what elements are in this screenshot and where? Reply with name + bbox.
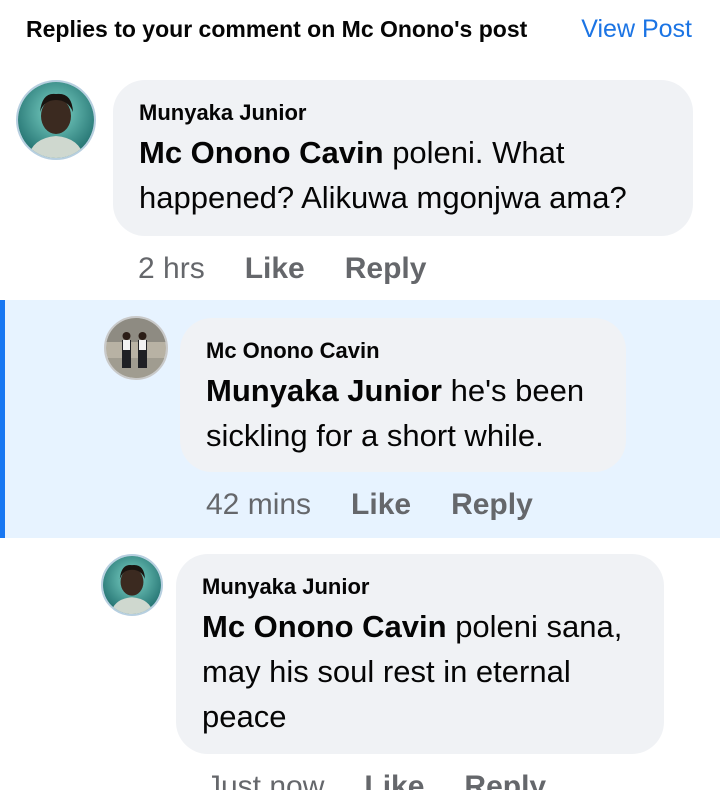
like-button[interactable]: Like (245, 252, 305, 285)
like-button[interactable]: Like (364, 770, 424, 790)
profile-photo-icon (18, 82, 94, 158)
reply-button[interactable]: Reply (345, 252, 427, 285)
comment-text-line: sickling for a short while. (206, 418, 544, 453)
comment-bubble[interactable]: Mc Onono Cavin Munyaka Junior he's been … (180, 318, 626, 472)
mention-link[interactable]: Munyaka Junior (206, 373, 442, 408)
comment-meta: Just now Like Reply (206, 770, 546, 790)
comment-timestamp: Just now (206, 770, 325, 790)
highlight-indicator (0, 300, 5, 538)
comment-thread-1: Munyaka Junior Mc Onono Cavin poleni. Wh… (0, 62, 720, 300)
comment-text-line: poleni sana, (446, 609, 623, 644)
comment-text: Mc Onono Cavin poleni. What happened? Al… (139, 130, 679, 220)
comment-text-line: may his soul rest in eternal (202, 654, 571, 689)
mention-link[interactable]: Mc Onono Cavin (139, 135, 384, 170)
comment-author[interactable]: Munyaka Junior (139, 100, 306, 126)
page-title: Replies to your comment on Mc Onono's po… (26, 16, 528, 42)
profile-photo-icon (103, 556, 161, 614)
comment-author[interactable]: Munyaka Junior (202, 574, 369, 600)
comment-meta: 2 hrs Like Reply (138, 252, 426, 286)
comment-thread-2-highlighted: Mc Onono Cavin Munyaka Junior he's been … (0, 300, 720, 538)
like-button[interactable]: Like (351, 488, 411, 521)
mention-link[interactable]: Mc Onono Cavin (202, 609, 447, 644)
comment-meta: 42 mins Like Reply (206, 488, 533, 522)
comment-text-line: happened? Alikuwa mgonjwa ama? (139, 180, 627, 215)
comment-text-line: he's been (442, 373, 585, 408)
view-post-link[interactable]: View Post (581, 15, 692, 44)
avatar[interactable] (104, 316, 168, 380)
comment-thread-3: Munyaka Junior Mc Onono Cavin poleni san… (0, 538, 720, 790)
avatar[interactable] (101, 554, 163, 616)
comment-text: Mc Onono Cavin poleni sana, may his soul… (202, 604, 654, 739)
comment-timestamp: 42 mins (206, 488, 312, 521)
comment-timestamp: 2 hrs (138, 252, 205, 285)
reply-button[interactable]: Reply (451, 488, 533, 521)
comment-text-line: peace (202, 699, 287, 734)
reply-button[interactable]: Reply (464, 770, 546, 790)
comment-text-line: poleni. What (383, 135, 565, 170)
comment-author[interactable]: Mc Onono Cavin (206, 338, 380, 364)
profile-photo-icon (106, 318, 166, 378)
comment-bubble[interactable]: Munyaka Junior Mc Onono Cavin poleni. Wh… (113, 80, 693, 236)
replies-header: Replies to your comment on Mc Onono's po… (0, 0, 720, 62)
comment-bubble[interactable]: Munyaka Junior Mc Onono Cavin poleni san… (176, 554, 664, 754)
comment-text: Munyaka Junior he's been sickling for a … (206, 368, 616, 458)
avatar[interactable] (16, 80, 96, 160)
replies-page: Replies to your comment on Mc Onono's po… (0, 0, 720, 790)
